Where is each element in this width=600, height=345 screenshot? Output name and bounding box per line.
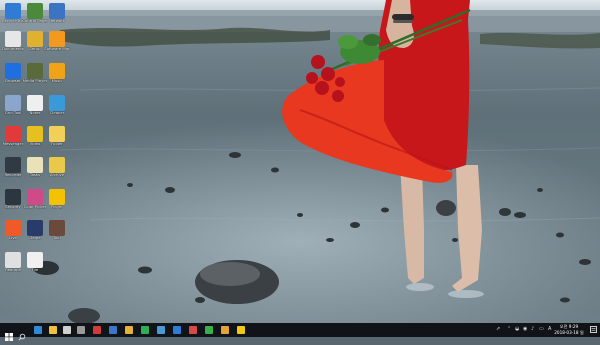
- desktop-icon[interactable]: Notes: [24, 94, 46, 120]
- desktop-icon[interactable]: Folder: [46, 125, 68, 151]
- folder-icon: [49, 126, 65, 142]
- desktop-icon-label: Tool: [53, 236, 61, 240]
- software-icon: [49, 31, 65, 47]
- taskbar: ⇗ ⌃ ◒ ◉ ♪ ▭ A 오전 9:29 2018-03-18 일: [0, 323, 600, 341]
- chat-icon[interactable]: [204, 325, 214, 335]
- app-window-icon[interactable]: [62, 325, 72, 335]
- desktop-icon[interactable]: Game: [24, 219, 46, 245]
- desktop-icon-label: Folder: [51, 142, 63, 146]
- photos-icon[interactable]: [156, 325, 166, 335]
- grid-icon: [5, 95, 21, 111]
- desktop-icon[interactable]: Player: [46, 188, 68, 214]
- document-icon: [5, 31, 21, 47]
- wallpaper-image: [0, 0, 600, 323]
- edge-browser-icon[interactable]: [33, 325, 43, 335]
- red-app-icon[interactable]: [92, 325, 102, 335]
- mail-icon[interactable]: [172, 325, 182, 335]
- color-picker-icon: [27, 189, 43, 205]
- security-icon: [5, 189, 21, 205]
- settings-icon[interactable]: [76, 325, 86, 335]
- desktop-icon[interactable]: Network: [46, 2, 68, 28]
- desktop-icon[interactable]: File: [24, 251, 46, 277]
- desktop-icon-label: Music: [51, 79, 63, 83]
- desktop-icon-label: Software Mgr: [44, 47, 70, 51]
- desktop-icon[interactable]: Video: [24, 125, 46, 151]
- desktop-icon-label: Network: [49, 19, 65, 23]
- live-icon: [5, 220, 21, 236]
- app-tray-icon[interactable]: ◉: [523, 326, 527, 332]
- store-icon[interactable]: [108, 325, 118, 335]
- tool-icon: [49, 220, 65, 236]
- start-windows-icon[interactable]: [4, 325, 14, 341]
- cleaner-icon: [49, 95, 65, 111]
- action-center-icon[interactable]: [590, 326, 597, 334]
- desktop-icon[interactable]: Live: [2, 219, 24, 245]
- music-app-icon[interactable]: [188, 325, 198, 335]
- file-icon: [27, 252, 43, 268]
- video-app-icon[interactable]: [220, 325, 230, 335]
- system-clock[interactable]: 오전 9:29 2018-03-18 일: [552, 324, 586, 335]
- yellow-app-icon[interactable]: [236, 325, 246, 335]
- media-player-icon: [27, 63, 43, 79]
- desktop-icon[interactable]: Archive: [46, 156, 68, 182]
- messenger-icon: [5, 126, 21, 142]
- player-icon: [49, 189, 65, 205]
- readme-icon: [5, 252, 21, 268]
- clock-date: 2018-03-18 일: [554, 329, 584, 335]
- desktop-icon[interactable]: Setup: [24, 30, 46, 56]
- tray-expand-icon[interactable]: ⌃: [507, 326, 511, 332]
- setup-icon: [27, 31, 43, 47]
- desktop-icon[interactable]: Readme: [2, 251, 24, 277]
- tasks-icon: [27, 157, 43, 173]
- control-panel-icon: [27, 3, 43, 19]
- desktop-icon[interactable]: Media Player: [23, 62, 47, 88]
- desktop-icon[interactable]: Recycle Bin: [2, 2, 24, 28]
- volume-icon[interactable]: ♪: [531, 326, 534, 332]
- desktop-icon-label: Cleaner: [49, 111, 65, 115]
- game-icon: [27, 220, 43, 236]
- video-icon: [27, 126, 43, 142]
- desktop-icon[interactable]: Recorder: [2, 156, 24, 182]
- desktop-icon[interactable]: Documents: [2, 30, 24, 56]
- network-icon: [49, 3, 65, 19]
- desktop-icon[interactable]: Browser: [2, 62, 24, 88]
- browser-icon: [5, 63, 21, 79]
- desktop-icon[interactable]: Cleaner: [46, 94, 68, 120]
- desktop-icon[interactable]: Color Picker: [24, 188, 46, 214]
- file-explorer-icon[interactable]: [48, 325, 58, 335]
- desktop-icon[interactable]: Control Panel: [22, 2, 48, 28]
- desktop-icon[interactable]: Tool: [46, 219, 68, 245]
- green-app-icon[interactable]: [140, 325, 150, 335]
- archive-icon: [49, 157, 65, 173]
- desktop-icon-label: Player: [51, 205, 63, 209]
- desktop-icon[interactable]: Software Mgr: [44, 30, 70, 56]
- search-icon[interactable]: [17, 325, 27, 341]
- desktop-icon[interactable]: Messenger: [2, 125, 24, 151]
- desktop-icon-label: Archive: [49, 173, 65, 177]
- battery-icon[interactable]: ▭: [539, 326, 544, 332]
- chrome-icon[interactable]: [124, 325, 134, 335]
- desktop-icon-label: File: [31, 268, 39, 272]
- desktop-icon[interactable]: Security: [2, 188, 24, 214]
- notes-icon: [27, 95, 43, 111]
- network-tray-icon[interactable]: ◒: [515, 326, 519, 332]
- desktop-icon-grid: Recycle Bin Control Panel Network Documents…: [0, 0, 80, 323]
- recycle-bin-icon: [5, 3, 21, 19]
- desktop-icon[interactable]: Grid Tool: [2, 94, 24, 120]
- ime-indicator[interactable]: A: [548, 326, 551, 332]
- recorder-icon: [5, 157, 21, 173]
- music-icon: [49, 63, 65, 79]
- desktop-icon[interactable]: Tasks: [24, 156, 46, 182]
- desktop-icon[interactable]: Music: [46, 62, 68, 88]
- desktop-wallpaper: [0, 0, 600, 323]
- people-icon[interactable]: ⇗: [496, 326, 500, 332]
